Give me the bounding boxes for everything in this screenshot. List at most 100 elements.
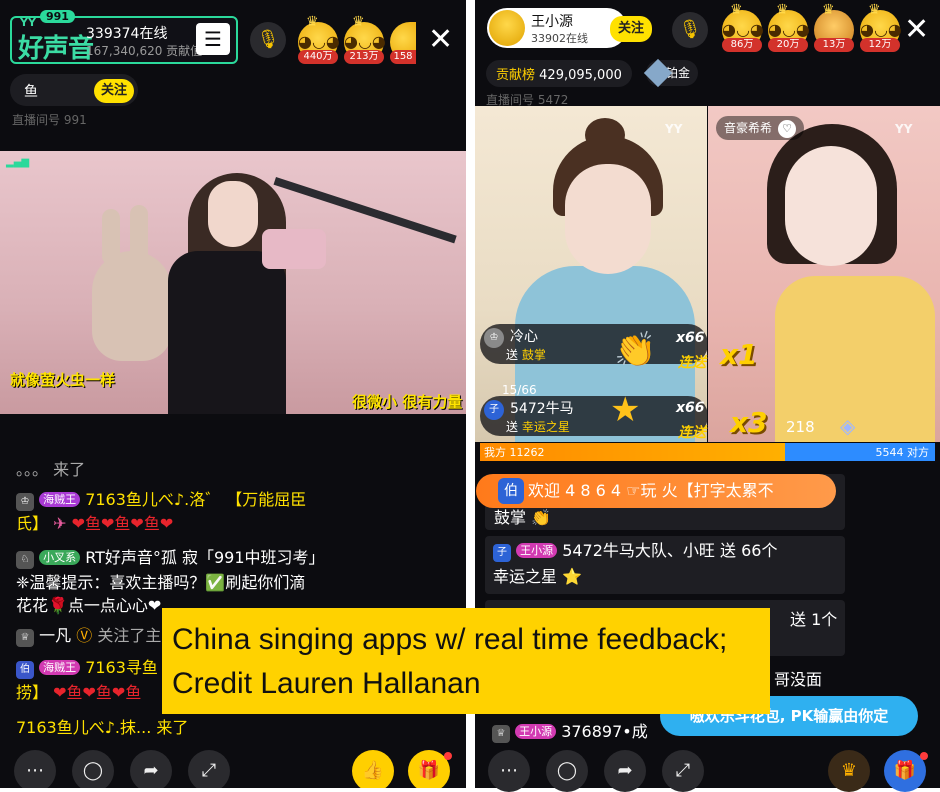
chat-text: 5472牛马大队、小旺 送 66个	[562, 541, 778, 560]
anchor-name: 王小源	[531, 14, 573, 30]
level-icon: ♘	[16, 551, 34, 569]
mic-seat-icon[interactable]: 🎙	[250, 22, 286, 58]
fan-badge: 海贼王	[39, 660, 81, 675]
fan-score: 440万	[298, 50, 338, 64]
guest-label[interactable]: 音豪希希 ♡	[716, 116, 805, 140]
gift-name: 幸运之星	[521, 420, 570, 434]
caption-box: China singing apps w/ real time feedback…	[162, 608, 770, 714]
notification-dot	[920, 752, 928, 760]
caption-line: China singing apps w/ real time feedback…	[172, 623, 728, 656]
host-figure	[585, 118, 625, 152]
chat-message: 7163鱼儿べ♪.抹... 来了	[16, 716, 458, 740]
guest-name: 音豪希希	[724, 121, 773, 135]
level-icon: 子	[484, 400, 504, 420]
online-count: 33902在线	[531, 32, 588, 45]
list-icon[interactable]: ☰	[196, 23, 230, 55]
anchor-pill[interactable]: 鱼 关注	[10, 74, 138, 106]
level-icon: ♕	[16, 629, 34, 647]
notification-dot	[444, 752, 452, 760]
pk-score: 218	[786, 418, 815, 436]
crown-icon: ♛	[776, 2, 789, 18]
comment-icon[interactable]: ◯	[546, 750, 588, 792]
welcome-text: 欢迎 4 8 6 4 ☞玩 火【打字太累不	[528, 481, 774, 500]
level-icon: 伯	[16, 661, 34, 679]
fullscreen-icon[interactable]: ⤢	[188, 750, 230, 788]
contribution-value: 167,340,620 贡献值	[86, 44, 203, 58]
crown-icon: ♛	[730, 2, 743, 18]
lyric-subtitle: 就像萤火虫一样	[10, 371, 116, 389]
tier-badge[interactable]: 铂金	[643, 58, 698, 88]
fan-score: 86万	[722, 38, 762, 52]
combo-multiplier: x3	[730, 406, 768, 439]
follow-button[interactable]: 关注	[94, 79, 134, 103]
anchor-avatar	[489, 10, 525, 46]
fan-score: 12万	[860, 38, 900, 52]
share-icon[interactable]: ➦	[130, 750, 172, 788]
chat-text: 376897•成	[561, 722, 648, 741]
fan-badge: 王小源	[516, 543, 558, 558]
chat-text: 捞】	[16, 683, 49, 702]
level-icon: ♔	[16, 493, 34, 511]
v-icon: Ⓥ	[76, 626, 93, 645]
chat-text: 。。。 来了	[16, 460, 86, 479]
close-icon[interactable]: ✕	[904, 12, 929, 47]
chat-text: 7163寻鱼	[85, 658, 158, 677]
combo-label: 连送	[678, 355, 706, 371]
live-video[interactable]: ▂▄▆ 就像萤火虫一样 很微小 很有力量	[0, 151, 466, 414]
gift-sender: 冷心	[510, 329, 538, 345]
crown-icon: ♛	[868, 2, 881, 18]
microphone	[262, 229, 326, 269]
pk-theirs-score: 5544 对方	[875, 446, 930, 459]
heart-plus-icon[interactable]: ♡	[778, 120, 797, 138]
fan-badge: 王小源	[515, 724, 557, 739]
crown-icon: ♛	[352, 14, 365, 30]
contribution-label: 贡献榜	[496, 68, 536, 83]
fullscreen-icon[interactable]: ⤢	[662, 750, 704, 792]
gift-verb: 送	[506, 420, 519, 434]
star-gift-icon: ★	[610, 390, 641, 430]
combo-multiplier: x1	[720, 338, 758, 371]
avatar-face: ◕◡◕	[860, 20, 902, 39]
gift-sender: 5472牛马	[510, 401, 574, 417]
yy-watermark-icon: YY	[665, 122, 683, 136]
mic-seat-icon[interactable]: 🎙	[672, 12, 708, 48]
share-icon[interactable]: ➦	[604, 750, 646, 792]
more-icon[interactable]: ⋯	[14, 750, 56, 788]
host-figure	[565, 164, 651, 274]
welcome-banner: 伯欢迎 4 8 6 4 ☞玩 火【打字太累不	[476, 474, 836, 508]
crown-gift-icon[interactable]: ♛	[828, 750, 870, 792]
avatar-face: ◕◡◕	[298, 32, 340, 51]
chat-message: ♕ 王小源 376897•成	[492, 718, 648, 743]
chat-text: 7163鱼儿べ♪.洛゛ 【万能屈臣	[85, 490, 307, 509]
chat-text: 花花🌹点一点心心❤	[16, 596, 162, 615]
chat-text: 鼓掌 👏	[494, 508, 552, 527]
channel-logo: 好声音	[18, 34, 94, 64]
close-icon[interactable]: ✕	[428, 22, 453, 57]
level-icon: ♔	[484, 328, 504, 348]
chat-message: 。。。 来了	[16, 458, 458, 482]
level-icon: 子	[493, 544, 511, 562]
channel-number-badge: 991	[40, 10, 75, 23]
comment-icon[interactable]: ◯	[72, 750, 114, 788]
pk-progress-bar: 我方 11262 5544 对方	[480, 443, 935, 461]
contribution-ranking[interactable]: 贡献榜 429,095,000	[486, 60, 632, 87]
avatar-face: ◕◡◕	[344, 32, 386, 51]
more-icon[interactable]: ⋯	[488, 750, 530, 792]
like-icon[interactable]: 👍	[352, 750, 394, 788]
crown-icon: ♛	[306, 14, 319, 30]
pk-video[interactable]: YY YY	[475, 106, 940, 442]
fan-score: 13万	[814, 38, 854, 52]
chat-message: ♔ 海贼王 7163鱼儿べ♪.洛゛ 【万能屈臣	[16, 488, 458, 512]
singer	[208, 181, 258, 247]
anchor-card[interactable]: 王小源 33902在线	[487, 8, 627, 48]
singer	[168, 251, 286, 414]
channel-card[interactable]: YY 991 好声音 339374在线 167,340,620 贡献值 ☰	[10, 10, 238, 64]
fan-badge: 海贼王	[39, 492, 81, 507]
gift-verb: 送	[506, 348, 519, 362]
online-count: 339374在线	[86, 26, 168, 42]
gift-icon: ✈	[53, 514, 67, 533]
signal-icon: ▂▄▆	[6, 157, 30, 168]
gift-desc: 送 幸运之星	[506, 418, 570, 435]
chat-message: ♘ 小叉系 RT好声音°孤 寂「991中班习考」	[16, 546, 458, 570]
follow-button[interactable]: 关注	[610, 16, 652, 42]
